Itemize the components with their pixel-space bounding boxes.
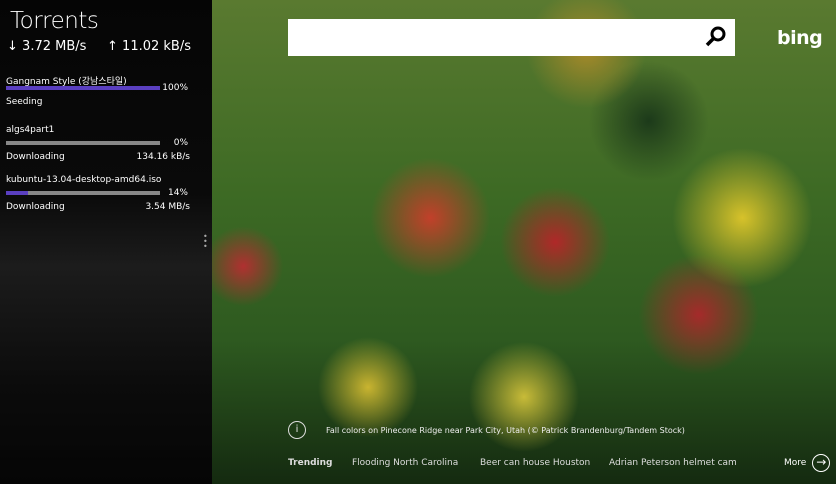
progress-bar (6, 141, 160, 145)
percent: 14% (167, 188, 188, 198)
progress-bar (6, 86, 160, 90)
search-input[interactable] (288, 19, 688, 56)
trending-link[interactable]: Flooding North Carolina (352, 458, 458, 468)
arrow-up-icon: ↑ (107, 39, 118, 54)
torrent-item[interactable]: algs4part1 0% Downloading 134.16 kB/s (6, 125, 192, 162)
percent: 100% (162, 83, 188, 93)
upload-speed: ↑ 11.02 kB/s (107, 39, 191, 54)
progress-fill (6, 86, 160, 90)
torrent-item[interactable]: kubuntu-13.04-desktop-amd64.iso 14% Down… (6, 175, 192, 212)
rate: 134.16 kB/s (136, 152, 190, 162)
trending-link[interactable]: Beer can house Houston (480, 458, 590, 468)
trending-link[interactable]: Adrian Peterson helmet cam (609, 458, 737, 468)
resize-handle[interactable]: • • • (203, 233, 208, 251)
upload-speed-value: 11.02 kB/s (122, 39, 191, 54)
status: Downloading (6, 202, 65, 212)
background-image (212, 0, 836, 484)
status: Seeding (6, 97, 43, 107)
caption-text: Fall colors on Pinecone Ridge near Park … (326, 425, 685, 435)
search-icon[interactable] (705, 25, 727, 47)
bing-logo[interactable]: bing (777, 27, 823, 49)
search-box[interactable] (288, 19, 735, 56)
progress-bar (6, 191, 160, 195)
arrow-right-circle-icon: → (812, 454, 831, 472)
download-speed-value: 3.72 MB/s (22, 39, 87, 54)
image-caption: i Fall colors on Pinecone Ridge near Par… (288, 421, 685, 439)
arrow-down-icon: ↓ (7, 39, 18, 54)
download-speed: ↓ 3.72 MB/s (7, 39, 86, 54)
status: Downloading (6, 152, 65, 162)
trending-label: Trending (288, 458, 333, 468)
info-icon[interactable]: i (288, 421, 306, 439)
panel-title: Torrents (10, 8, 99, 34)
torrent-item[interactable]: Gangnam Style (강남스타일) 100% Seeding (6, 74, 192, 107)
percent: 0% (173, 138, 188, 148)
torrents-panel: Torrents ↓ 3.72 MB/s ↑ 11.02 kB/s Gangna… (0, 0, 212, 484)
torrent-name: kubuntu-13.04-desktop-amd64.iso (6, 175, 162, 185)
torrent-name: algs4part1 (6, 125, 55, 135)
progress-fill (6, 191, 28, 195)
more-button[interactable]: More → (784, 454, 831, 472)
more-label: More (784, 458, 807, 468)
rate: 3.54 MB/s (145, 202, 190, 212)
